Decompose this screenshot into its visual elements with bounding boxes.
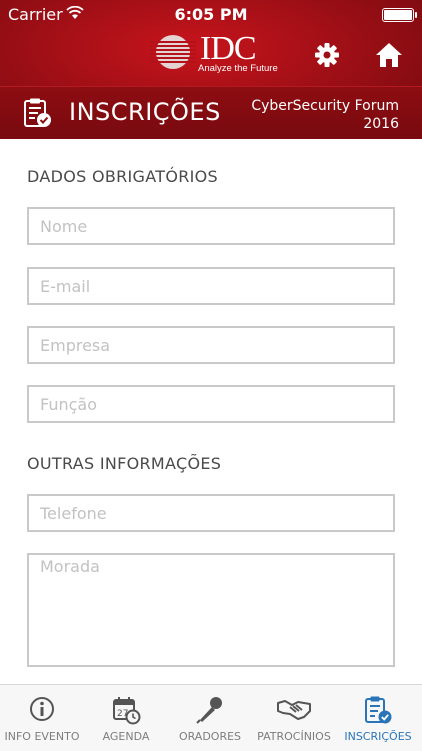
app-header: Carrier 6:05 PM IDC Analyze the Future I… xyxy=(0,0,422,139)
address-field[interactable] xyxy=(27,553,395,667)
registration-form-icon xyxy=(24,98,51,127)
tab-label: INSCRIÇÕES xyxy=(344,730,412,743)
home-button[interactable] xyxy=(374,40,404,70)
battery-icon xyxy=(382,8,417,22)
idc-logo-mark xyxy=(150,35,196,69)
microphone-icon xyxy=(196,697,222,724)
tab-agenda[interactable]: 27 AGENDA xyxy=(84,685,168,751)
logo-tagline: Analyze the Future xyxy=(198,63,278,74)
tab-bar: INFO EVENTO 27 AGENDA ORADORES PATROCÍNI… xyxy=(0,684,422,751)
email-field[interactable] xyxy=(27,267,395,305)
home-icon xyxy=(376,43,402,67)
settings-button[interactable] xyxy=(313,41,341,69)
idc-logo: IDC Analyze the Future xyxy=(150,30,278,78)
gear-icon xyxy=(315,43,339,67)
tab-info-evento[interactable]: INFO EVENTO xyxy=(0,685,84,751)
event-year: 2016 xyxy=(363,116,399,132)
event-name: CyberSecurity Forum 2016 xyxy=(199,97,399,133)
company-field[interactable] xyxy=(27,326,395,364)
tab-patrocinios[interactable]: PATROCÍNIOS xyxy=(252,685,336,751)
tab-oradores[interactable]: ORADORES xyxy=(168,685,252,751)
name-field[interactable] xyxy=(27,207,395,245)
tab-inscricoes[interactable]: INSCRIÇÕES xyxy=(336,685,420,751)
section-bar: INSCRIÇÕES CyberSecurity Forum 2016 xyxy=(0,86,422,139)
registration-icon xyxy=(365,696,392,724)
status-time: 6:05 PM xyxy=(174,5,248,24)
handshake-icon xyxy=(277,700,311,720)
role-field[interactable] xyxy=(27,385,395,423)
required-data-title: DADOS OBRIGATÓRIOS xyxy=(27,167,219,186)
other-info-title: OUTRAS INFORMAÇÕES xyxy=(27,454,222,473)
phone-field[interactable] xyxy=(27,494,395,532)
info-icon xyxy=(30,697,54,721)
calendar-icon: 27 xyxy=(113,697,141,725)
status-bar: Carrier 6:05 PM xyxy=(0,0,422,30)
event-name-line1: CyberSecurity Forum xyxy=(251,98,399,114)
